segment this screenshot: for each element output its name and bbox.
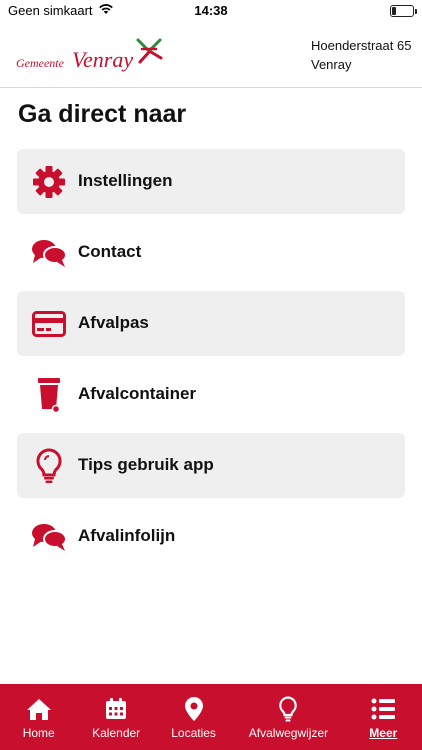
calendar-icon bbox=[103, 696, 129, 722]
menu-item-label: Afvalpas bbox=[78, 313, 149, 332]
tab-label: Kalender bbox=[92, 726, 141, 740]
home-icon bbox=[26, 696, 52, 722]
lightbulb-icon bbox=[275, 696, 301, 722]
battery-icon bbox=[390, 5, 417, 17]
logo-mark-icon bbox=[136, 38, 163, 64]
list-icon bbox=[370, 696, 396, 722]
chat-bubbles-icon bbox=[31, 519, 67, 555]
tab-label: Locaties bbox=[171, 726, 216, 740]
address-city: Venray bbox=[311, 57, 352, 72]
tab-kalender[interactable]: Kalender bbox=[77, 684, 154, 750]
menu-item-contact[interactable]: Contact bbox=[17, 220, 405, 285]
tab-home[interactable]: Home bbox=[0, 684, 77, 750]
tab-label: Afvalwegwijzer bbox=[248, 726, 329, 740]
app-header: Gemeente Venray Hoenderstraat 65 Venray bbox=[0, 22, 422, 88]
tab-locaties[interactable]: Locaties bbox=[155, 684, 232, 750]
logo-text-big: Venray bbox=[72, 47, 134, 72]
menu-item-label: Instellingen bbox=[78, 171, 173, 190]
bottom-tab-bar: Home Kalender Locaties Afvalwegwijzer Me… bbox=[0, 684, 422, 750]
tab-meer[interactable]: Meer bbox=[345, 684, 422, 750]
location-pin-icon bbox=[181, 696, 207, 722]
menu-item-label: Contact bbox=[78, 242, 142, 261]
menu-item-label: Afvalcontainer bbox=[78, 384, 197, 403]
status-bar: Geen simkaart 14:38 bbox=[0, 0, 422, 22]
menu-item-tips-gebruik-app[interactable]: Tips gebruik app bbox=[17, 433, 405, 498]
tab-afvalwegwijzer[interactable]: Afvalwegwijzer bbox=[232, 684, 344, 750]
address-block: Hoenderstraat 65 Venray bbox=[311, 36, 411, 74]
chat-bubbles-icon bbox=[31, 235, 67, 271]
logo-text-small: Gemeente bbox=[16, 56, 64, 70]
tab-label: Home bbox=[22, 726, 55, 740]
menu-item-afvalpas[interactable]: Afvalpas bbox=[17, 291, 405, 356]
gemeente-venray-logo[interactable]: Gemeente Venray bbox=[16, 36, 166, 76]
address-street: Hoenderstraat 65 bbox=[311, 38, 412, 53]
menu-item-afvalinfolijn[interactable]: Afvalinfolijn bbox=[17, 504, 405, 569]
page-title: Ga direct naar bbox=[18, 100, 187, 128]
quick-links-list: Instellingen Contact Afvalpas Afvalconta… bbox=[17, 149, 405, 575]
lightbulb-icon bbox=[31, 448, 67, 484]
card-icon bbox=[31, 306, 67, 342]
menu-item-afvalcontainer[interactable]: Afvalcontainer bbox=[17, 362, 405, 427]
clock: 14:38 bbox=[194, 3, 228, 18]
menu-item-instellingen[interactable]: Instellingen bbox=[17, 149, 405, 214]
tab-label: Meer bbox=[369, 726, 398, 740]
menu-item-label: Afvalinfolijn bbox=[78, 526, 176, 545]
menu-item-label: Tips gebruik app bbox=[78, 455, 214, 474]
gear-icon bbox=[31, 164, 67, 200]
wheelie-bin-icon bbox=[31, 377, 67, 413]
